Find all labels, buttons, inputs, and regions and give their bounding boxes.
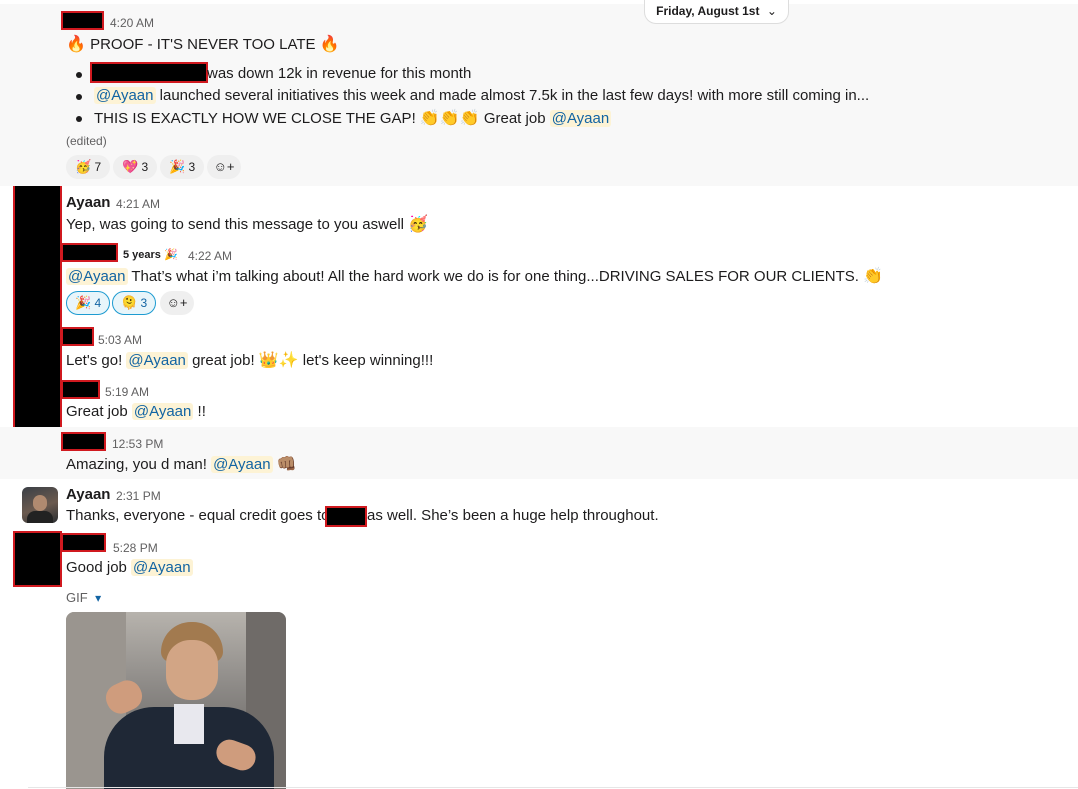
- message-time[interactable]: 4:21 AM: [116, 197, 160, 211]
- reaction-tada[interactable]: 🎉 4: [66, 291, 111, 315]
- gif-figure-shirt: [174, 704, 204, 744]
- message-text: Good job @Ayaan: [66, 559, 193, 576]
- chevron-down-icon: ⌄: [766, 4, 777, 18]
- melting-face-icon: 🫠: [121, 296, 138, 311]
- avatar-face: [33, 495, 47, 511]
- bullet: [76, 72, 82, 78]
- user-mention[interactable]: @Ayaan: [94, 87, 156, 104]
- redacted-author: [61, 380, 100, 399]
- message-title: 🔥 PROOF - IT'S NEVER TOO LATE 🔥: [66, 34, 340, 53]
- user-mention[interactable]: @Ayaan: [66, 268, 128, 285]
- user-mention[interactable]: @Ayaan: [126, 352, 188, 369]
- gif-toggle[interactable]: GIF ▾: [66, 589, 101, 607]
- message-time[interactable]: 12:53 PM: [112, 437, 163, 451]
- reaction-tada[interactable]: 🎉 3: [160, 155, 205, 179]
- user-mention[interactable]: @Ayaan: [211, 456, 273, 473]
- redacted-author: [61, 243, 118, 262]
- redacted-author: [61, 11, 104, 30]
- message-text-tail: as well. She’s been a huge help througho…: [367, 507, 659, 524]
- edited-label: (edited): [66, 134, 107, 148]
- redacted-author: [61, 327, 94, 346]
- tada-icon: 🎉: [75, 296, 92, 311]
- user-mention[interactable]: @Ayaan: [131, 403, 194, 420]
- bullet-text: THIS IS EXACTLY HOW WE CLOSE THE GAP! 👏👏…: [94, 108, 612, 127]
- reaction-heart[interactable]: 💖 3: [113, 155, 158, 179]
- message-time[interactable]: 4:22 AM: [188, 249, 232, 263]
- user-mention[interactable]: @Ayaan: [131, 559, 193, 576]
- bullet-text: was down 12k in revenue for this month: [207, 65, 472, 82]
- redacted-avatar: [13, 531, 62, 587]
- add-reaction-button[interactable]: ☺+: [160, 291, 194, 315]
- date-divider[interactable]: Friday, August 1st ⌄: [644, 0, 789, 24]
- crown-sparkles-icon: 👑✨: [258, 350, 299, 369]
- reaction-melting[interactable]: 🫠 3: [112, 291, 157, 315]
- fire-icon: 🔥: [319, 34, 340, 53]
- partying-face-icon: 🥳: [408, 214, 429, 233]
- avatar[interactable]: [22, 487, 58, 523]
- message-text: Yep, was going to send this message to y…: [66, 214, 429, 233]
- gif-figure-head: [166, 640, 218, 700]
- redacted-name: [90, 62, 208, 83]
- message-text: Let's go! @Ayaan great job! 👑✨ let's kee…: [66, 350, 434, 369]
- message-time[interactable]: 2:31 PM: [116, 489, 161, 503]
- divider: [28, 787, 1078, 788]
- fist-bump-icon: 👊🏽: [276, 454, 297, 473]
- partying-face-icon: 🥳: [75, 160, 92, 175]
- message-time[interactable]: 5:28 PM: [113, 541, 158, 555]
- message-time[interactable]: 5:03 AM: [98, 333, 142, 347]
- message-time[interactable]: 5:19 AM: [105, 385, 149, 399]
- caret-down-icon: ▾: [95, 591, 102, 605]
- add-reaction-icon: ☺+: [166, 295, 188, 310]
- redacted-name: [325, 506, 367, 527]
- sparkling-heart-icon: 💖: [122, 160, 139, 175]
- add-reaction-icon: ☺+: [213, 159, 235, 174]
- fire-icon: 🔥: [66, 34, 86, 53]
- reaction-partying[interactable]: 🥳 7: [66, 155, 111, 179]
- bullet: [76, 94, 82, 100]
- add-reaction-button[interactable]: ☺+: [207, 155, 241, 179]
- avatar-body: [27, 511, 53, 523]
- author-name[interactable]: Ayaan: [66, 486, 110, 503]
- bullet: [76, 116, 82, 122]
- message-text: Amazing, you d man! @Ayaan 👊🏽: [66, 454, 297, 473]
- message-time[interactable]: 4:20 AM: [110, 16, 154, 30]
- clap-icon: 👏: [863, 266, 884, 285]
- gif-image[interactable]: [66, 612, 286, 789]
- message-text: Thanks, everyone - equal credit goes to: [66, 507, 330, 524]
- message-text: @Ayaan That’s what i’m talking about! Al…: [66, 266, 884, 285]
- bullet-text: @Ayaan launched several initiatives this…: [94, 87, 870, 104]
- redacted-author: [61, 432, 106, 451]
- author-name[interactable]: Ayaan: [66, 194, 110, 211]
- message-text: Great job @Ayaan !!: [66, 403, 206, 420]
- anniversary-badge: 5 years 🎉: [123, 249, 178, 261]
- redacted-author: [61, 533, 106, 552]
- tada-icon: 🎉: [169, 160, 186, 175]
- clap-icon: 👏👏👏: [419, 108, 480, 127]
- user-mention[interactable]: @Ayaan: [549, 110, 612, 127]
